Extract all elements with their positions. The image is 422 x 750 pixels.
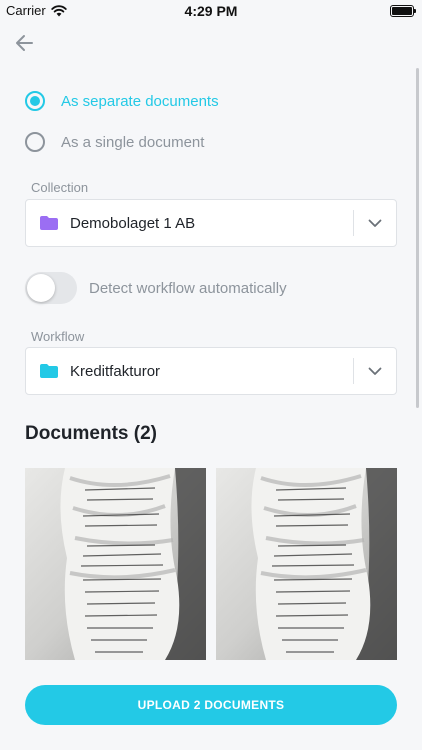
toggle-knob [27,274,55,302]
detect-workflow-toggle[interactable] [25,272,77,304]
collection-select[interactable]: Demobolaget 1 AB [25,199,397,247]
option-single-label: As a single document [61,133,205,151]
workflow-dropdown-toggle[interactable] [354,347,396,395]
option-separate-documents[interactable]: As separate documents [25,91,219,111]
folder-icon [40,364,58,378]
workflow-value: Kreditfakturor [70,362,161,380]
receipt-photo [216,468,397,660]
status-time: 4:29 PM [184,3,238,19]
status-bar: Carrier 4:29 PM [0,0,422,22]
detect-workflow-row: Detect workflow automatically [25,272,287,304]
detect-workflow-label: Detect workflow automatically [89,279,287,297]
receipt-photo [25,468,206,660]
radio-selected-icon[interactable] [25,91,45,111]
folder-icon [40,216,58,230]
collection-dropdown-toggle[interactable] [354,199,396,247]
documents-title: Documents (2) [25,423,157,444]
scrollbar[interactable] [416,68,419,408]
collection-label: Collection [31,180,89,195]
battery-icon [390,5,416,17]
option-single-document[interactable]: As a single document [25,132,204,152]
upload-documents-button[interactable]: UPLOAD 2 DOCUMENTS [25,685,397,725]
workflow-label: Workflow [31,329,85,344]
option-separate-label: As separate documents [61,92,219,110]
document-thumbnail-2[interactable] [216,468,397,660]
collection-value: Demobolaget 1 AB [70,214,196,232]
radio-unselected-icon[interactable] [25,132,45,152]
chevron-down-icon [368,367,382,375]
back-arrow-icon[interactable] [12,30,38,56]
workflow-select[interactable]: Kreditfakturor [25,347,397,395]
chevron-down-icon [368,219,382,227]
document-thumbnail-1[interactable] [25,468,206,660]
